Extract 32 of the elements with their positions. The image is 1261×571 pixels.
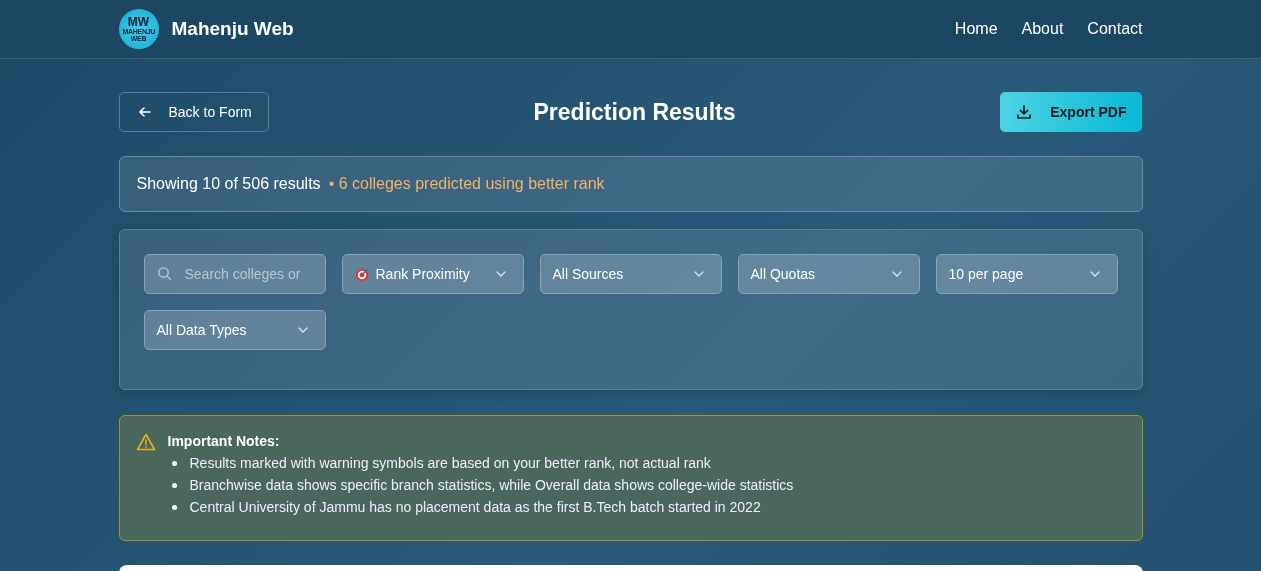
filter-dropdown[interactable]: Rank Proximity: [341, 254, 524, 294]
target-icon: [354, 266, 370, 282]
arrow-left-icon: [137, 105, 152, 119]
warning-icon: [135, 433, 156, 451]
better-rank-note: • 6 colleges predicted using better rank: [328, 175, 605, 193]
nav-link[interactable]: About: [1021, 20, 1064, 38]
note-text: Branchwise data shows specific branch statistics, while Overall data shows college-wide statistics: [189, 477, 794, 493]
back-button[interactable]: Back to Form: [118, 92, 269, 132]
export-button[interactable]: Export PDF: [1000, 92, 1143, 132]
notes-title: Important Notes:: [167, 433, 281, 449]
results-count: Showing 10 of 506 results: [136, 175, 321, 193]
filter-dropdown[interactable]: All Data Types: [143, 310, 326, 350]
nav-link[interactable]: Home: [954, 20, 998, 38]
filter-dropdown[interactable]: All Sources: [539, 254, 722, 294]
filter-dropdown[interactable]: All Quotas: [737, 254, 920, 294]
brand-name[interactable]: Mahenju Web: [171, 18, 294, 40]
chevron-down-icon: [296, 326, 309, 334]
chevron-down-icon: [890, 270, 903, 278]
search-field[interactable]: Search colleges or: [143, 254, 326, 294]
search-icon: [156, 266, 172, 281]
note-text: Central University of Jammu has no placement data as the first B.Tech batch started in 2022: [189, 499, 761, 515]
bullet-icon: [171, 504, 177, 510]
nav-link[interactable]: Contact: [1087, 20, 1143, 38]
chevron-down-icon: [1088, 270, 1101, 278]
note-text: Results marked with warning symbols are based on your better rank, not actual rank: [189, 455, 711, 471]
bullet-icon: [171, 482, 177, 488]
filter-dropdown[interactable]: 10 per page: [935, 254, 1118, 294]
bullet-icon: [171, 460, 177, 466]
chevron-down-icon: [692, 270, 705, 278]
download-icon: [1016, 104, 1033, 120]
page-title: Prediction Results: [533, 98, 736, 126]
chevron-down-icon: [494, 270, 507, 278]
